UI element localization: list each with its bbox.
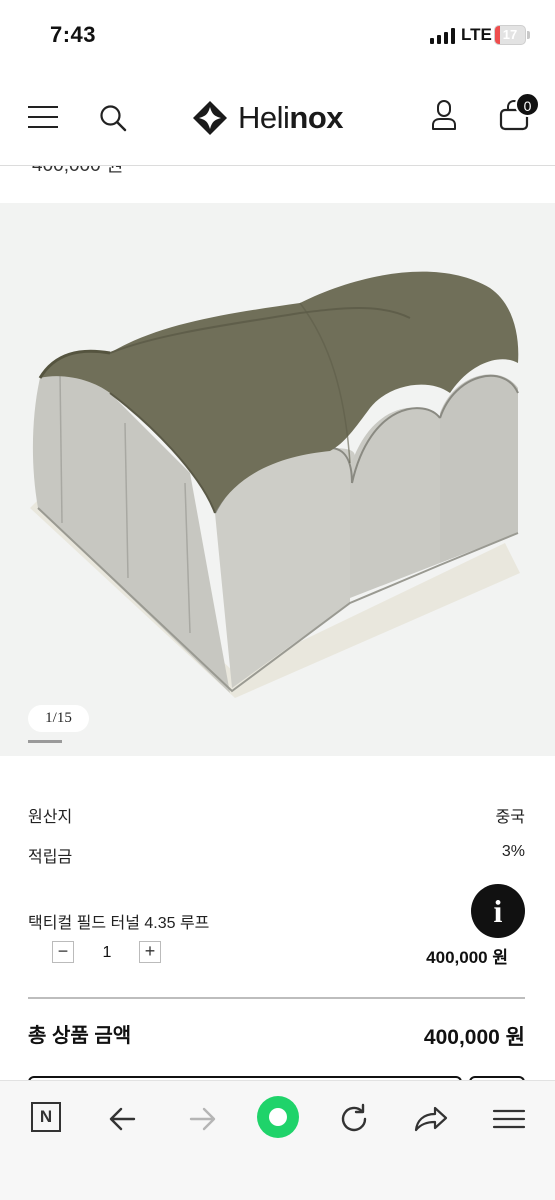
battery-icon: 17 (494, 25, 526, 45)
cart-count-badge: 0 (515, 92, 540, 117)
status-time: 7:43 (50, 22, 97, 47)
quantity-minus-button[interactable]: − (52, 941, 74, 963)
hamburger-menu-icon[interactable] (28, 106, 58, 128)
product-image-tent (30, 271, 520, 698)
points-label: 적립금 (28, 849, 73, 866)
back-arrow-icon[interactable] (102, 1097, 146, 1141)
forward-arrow-icon[interactable] (179, 1097, 223, 1141)
green-dot-home-icon[interactable] (257, 1096, 299, 1138)
battery-nub (527, 31, 530, 39)
status-bar: 7:43 LTE 17 (0, 0, 555, 70)
quantity-stepper: − 1 + (52, 941, 162, 965)
total-label: 총 상품 금액 (28, 1025, 132, 1047)
network-label: LTE (461, 25, 492, 44)
points-value: 3% (501, 843, 525, 860)
browser-toolbar: N (0, 1080, 555, 1200)
naver-home-icon[interactable]: N (31, 1102, 61, 1132)
detail-row-origin: 원산지 중국 (28, 803, 525, 827)
divider (28, 997, 525, 999)
user-icon[interactable] (430, 99, 458, 131)
page: 7:43 LTE 17 400,000 원 Helinox (0, 0, 555, 1200)
gallery-counter: 1/15 (28, 705, 89, 732)
brand-name: Helinox (238, 100, 344, 136)
battery-percent: 17 (502, 27, 518, 42)
origin-label: 원산지 (28, 809, 73, 826)
origin-value: 중국 (495, 809, 525, 826)
info-button[interactable]: i (471, 884, 525, 938)
search-icon[interactable] (98, 103, 128, 133)
brand-logo[interactable]: Helinox (192, 98, 344, 138)
share-icon[interactable] (409, 1097, 453, 1141)
quantity-plus-button[interactable]: + (139, 941, 161, 963)
gallery-progress-bar (28, 740, 62, 743)
signal-icon (430, 28, 456, 44)
total-value: 400,000 원 (423, 1026, 525, 1049)
option-price: 400,000 원 (426, 948, 508, 967)
brand-name-prefix: Heli (238, 100, 290, 135)
helinox-logo-icon (193, 101, 227, 135)
detail-row-points: 적립금 3% (28, 843, 525, 867)
menu-lines-icon[interactable] (487, 1097, 531, 1141)
refresh-icon[interactable] (332, 1097, 376, 1141)
product-image-gallery[interactable]: 1/15 (0, 203, 555, 756)
site-header: Helinox 0 (0, 70, 555, 166)
quantity-value[interactable]: 1 (92, 944, 122, 962)
option-name: 택티컬 필드 터널 4.35 루프 (28, 915, 210, 932)
brand-name-bold: nox (289, 100, 344, 135)
